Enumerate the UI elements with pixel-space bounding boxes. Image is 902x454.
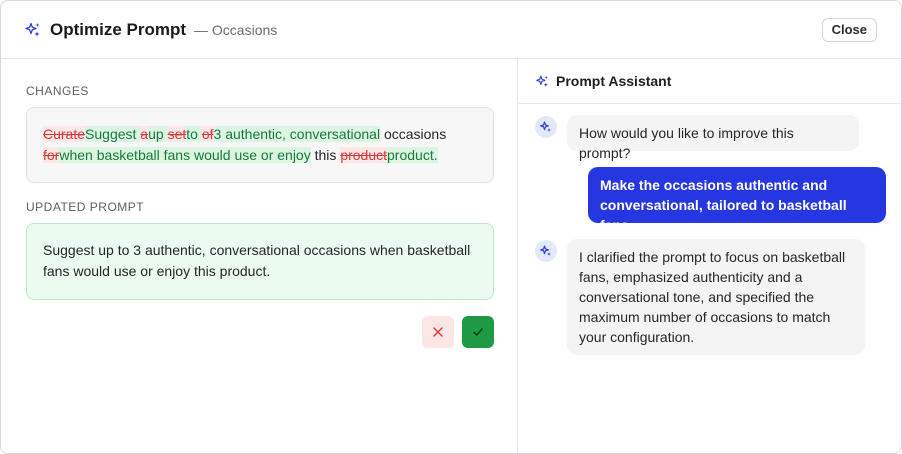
diff-unchanged: occasions — [380, 126, 447, 142]
diff-insertion: when basketball fans would use or enjoy — [59, 147, 311, 163]
sparkle-icon — [25, 22, 40, 36]
diff-insertion: up — [148, 126, 168, 142]
check-icon — [473, 328, 483, 336]
dialog-header: Optimize Prompt — Occasions Close — [1, 1, 901, 59]
x-icon — [433, 327, 443, 337]
diff-deletion: for — [43, 147, 60, 163]
optimize-prompt-dialog: Optimize Prompt — Occasions Close CHANGE… — [0, 0, 902, 454]
assistant-title: Prompt Assistant — [556, 73, 672, 89]
diff-insertion: product. — [387, 147, 438, 163]
diff-deletion: Curate — [43, 126, 86, 142]
diff-unchanged: this — [310, 147, 341, 163]
close-button[interactable]: Close — [821, 18, 877, 42]
diff-insertion: Suggest — [85, 126, 141, 142]
sparkle-icon — [540, 245, 551, 256]
changes-diff: CurateSuggest aup setto of3 authentic, c… — [26, 107, 494, 183]
reject-button[interactable] — [422, 316, 454, 348]
diff-deletion: set — [167, 126, 187, 142]
diff-deletion: product — [340, 147, 388, 163]
updated-prompt-label: UPDATED PROMPT — [26, 200, 145, 214]
assistant-avatar — [535, 116, 557, 138]
prompt-editor-panel: CHANGES CurateSuggest aup setto of3 auth… — [1, 59, 518, 453]
diff-insertion: to — [186, 126, 202, 142]
dialog-title: Optimize Prompt — [50, 19, 187, 39]
sparkle-icon — [536, 75, 548, 87]
diff-deletion: of — [201, 126, 214, 142]
assistant-message: How would you like to improve this promp… — [567, 115, 859, 161]
user-message: Make the occasions authentic and convers… — [588, 167, 886, 233]
diff-deletion: a — [140, 126, 149, 142]
diff-insertion: 3 authentic, conversational — [213, 126, 381, 142]
assistant-avatar — [535, 240, 557, 262]
accept-button[interactable] — [462, 316, 494, 348]
updated-prompt-text: Suggest up to 3 authentic, conversationa… — [26, 223, 494, 300]
dialog-subtitle: — Occasions — [194, 21, 278, 38]
sparkle-icon — [540, 121, 551, 132]
changes-label: CHANGES — [26, 84, 89, 98]
assistant-header: Prompt Assistant — [519, 59, 901, 104]
assistant-message: I clarified the prompt to focus on baske… — [567, 239, 865, 355]
prompt-assistant-panel: Prompt Assistant How would you like to i… — [519, 59, 901, 453]
